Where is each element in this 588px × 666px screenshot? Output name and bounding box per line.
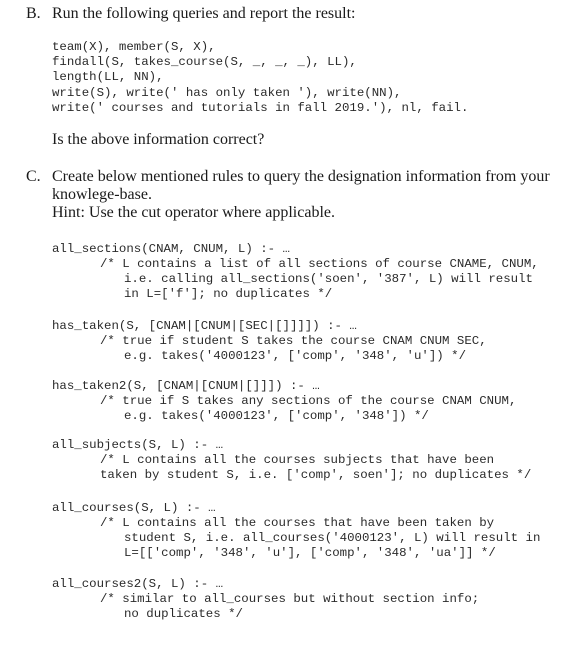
rule-comment-line: /* L contains a list of all sections of … bbox=[100, 257, 539, 271]
rule-comment-line: /* true if S takes any sections of the c… bbox=[100, 394, 517, 408]
section-b-question: Is the above information correct? bbox=[52, 131, 265, 148]
rule-comment-line: /* L contains all the courses that have … bbox=[100, 516, 495, 530]
rule-comment-line: /* similar to all_courses but without se… bbox=[100, 592, 480, 606]
rule-signature: all_sections(CNAM, CNUM, L) :- … bbox=[52, 242, 290, 256]
rule-comment-line: i.e. calling all_sections('soen', '387',… bbox=[124, 272, 533, 286]
section-c-heading-line1: Create below mentioned rules to query th… bbox=[52, 168, 550, 185]
section-b-marker: B. bbox=[26, 5, 41, 22]
rule-signature: all_courses(S, L) :- … bbox=[52, 501, 216, 515]
rule-signature: all_courses2(S, L) :- … bbox=[52, 577, 224, 591]
rule-comment-line: no duplicates */ bbox=[124, 607, 243, 621]
rule-comment-line: e.g. takes('4000123', ['comp', '348']) *… bbox=[124, 409, 429, 423]
rule-comment-line: /* L contains all the courses subjects t… bbox=[100, 453, 495, 467]
code-line: write(' courses and tutorials in fall 20… bbox=[52, 101, 469, 115]
code-line: length(LL, NN), bbox=[52, 70, 164, 84]
rule-signature: has_taken(S, [CNAM|[CNUM|[SEC|[]]]]) :- … bbox=[52, 319, 357, 333]
section-c-heading-line2: knowlege-base. bbox=[52, 186, 152, 203]
rule-comment-line: in L=['f']; no duplicates */ bbox=[124, 287, 333, 301]
section-c-marker: C. bbox=[26, 168, 41, 185]
code-line: team(X), member(S, X), bbox=[52, 40, 216, 54]
section-b-heading: Run the following queries and report the… bbox=[52, 5, 356, 22]
rule-comment-line: student S, i.e. all_courses('4000123', L… bbox=[124, 531, 541, 545]
code-line: findall(S, takes_course(S, _, _, _), LL)… bbox=[52, 55, 357, 69]
rule-comment-line: L=[['comp', '348', 'u'], ['comp', '348',… bbox=[124, 546, 496, 560]
rule-comment-line: e.g. takes('4000123', ['comp', '348', 'u… bbox=[124, 349, 467, 363]
rule-signature: all_subjects(S, L) :- … bbox=[52, 438, 224, 452]
rule-comment-line: taken by student S, i.e. ['comp', soen']… bbox=[100, 468, 532, 482]
rule-comment-line: /* true if student S takes the course CN… bbox=[100, 334, 487, 348]
section-c-hint: Hint: Use the cut operator where applica… bbox=[52, 204, 335, 221]
code-line: write(S), write(' has only taken '), wri… bbox=[52, 86, 402, 100]
rule-signature: has_taken2(S, [CNAM|[CNUM|[]]]) :- … bbox=[52, 379, 320, 393]
